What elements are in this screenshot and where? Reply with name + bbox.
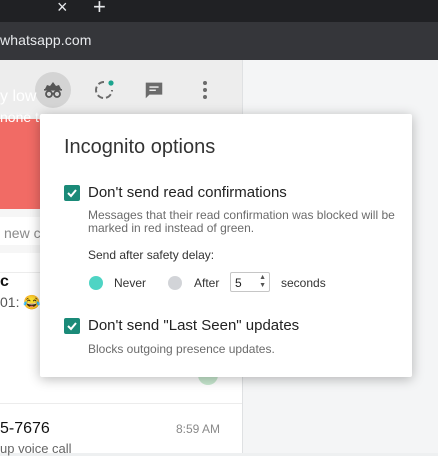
- last-seen-label[interactable]: Don't send "Last Seen" updates: [88, 317, 299, 334]
- chat-preview: 01: 😂: [0, 294, 41, 310]
- incognito-button[interactable]: [35, 72, 71, 108]
- incognito-icon: [44, 82, 62, 98]
- status-button[interactable]: [89, 75, 119, 105]
- banner-line-1: y low: [0, 88, 37, 105]
- chat-time: 8:59 AM: [176, 422, 221, 436]
- read-confirmations-label[interactable]: Don't send read confirmations: [88, 184, 287, 201]
- delay-unit: seconds: [281, 276, 326, 290]
- tab-close-icon[interactable]: ×: [57, 0, 68, 18]
- delay-stepper[interactable]: 5 ▲ ▼: [230, 272, 270, 292]
- search-placeholder: new c: [4, 225, 41, 241]
- url-text[interactable]: whatsapp.com: [0, 32, 91, 48]
- stepper-arrows-icon[interactable]: ▲ ▼: [259, 274, 266, 290]
- radio-never-label[interactable]: Never: [114, 276, 146, 290]
- chat-name[interactable]: c: [0, 273, 9, 291]
- radio-never[interactable]: [89, 276, 103, 290]
- radio-after[interactable]: [168, 276, 182, 290]
- popup-title: Incognito options: [64, 136, 216, 158]
- refresh-icon: [95, 80, 114, 99]
- new-tab-icon[interactable]: +: [93, 0, 106, 18]
- incognito-options-popup: Incognito options Don't send read confir…: [40, 114, 412, 377]
- radio-after-label[interactable]: After: [194, 276, 219, 290]
- menu-button[interactable]: [190, 75, 220, 105]
- chat-preview: up voice call: [0, 441, 72, 456]
- new-chat-button[interactable]: [139, 75, 169, 105]
- check-icon: [67, 189, 77, 198]
- chat-name[interactable]: 5-7676: [0, 420, 50, 438]
- check-icon: [67, 322, 77, 331]
- address-bar[interactable]: whatsapp.com: [0, 22, 438, 60]
- chat-icon: [145, 82, 163, 99]
- menu-icon: [203, 81, 207, 99]
- read-confirmations-checkbox[interactable]: [64, 185, 80, 201]
- last-seen-description: Blocks outgoing presence updates.: [88, 342, 275, 356]
- delay-value[interactable]: 5: [235, 276, 242, 290]
- delay-label: Send after safety delay:: [88, 248, 215, 262]
- read-confirmations-description: Messages that their read confirmation wa…: [88, 208, 395, 235]
- divider: [0, 403, 242, 404]
- browser-tab-strip: × +: [0, 0, 438, 22]
- last-seen-checkbox[interactable]: [64, 318, 80, 334]
